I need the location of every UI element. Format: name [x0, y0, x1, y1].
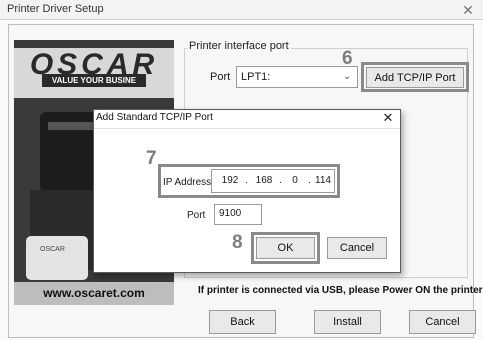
usb-power-note: If printer is connected via USB, please … — [198, 285, 483, 296]
ip-octet-4: 114 — [315, 175, 331, 186]
ok-button[interactable]: OK — [256, 237, 315, 259]
ip-dot: . — [245, 175, 248, 186]
port-number-label: Port — [187, 210, 206, 221]
step-marker-6: 6 — [342, 48, 353, 69]
cancel-button[interactable]: Cancel — [409, 310, 476, 334]
website-url: www.oscaret.com — [43, 286, 145, 300]
dialog-divider — [94, 128, 400, 129]
port-number-value: 9100 — [219, 208, 242, 219]
dialog-close-icon[interactable]: ✕ — [377, 109, 399, 127]
window-title: Printer Driver Setup — [7, 3, 104, 15]
step-marker-7: 7 — [146, 148, 157, 169]
chevron-down-icon[interactable]: ⌄ — [343, 71, 351, 82]
add-tcpip-port-button[interactable]: Add TCP/IP Port — [366, 67, 464, 88]
back-button[interactable]: Back — [209, 310, 276, 334]
device-brand-label: OSCAR — [40, 246, 65, 253]
dialog-title: Add Standard TCP/IP Port — [96, 112, 213, 123]
brand-tagline: VALUE YOUR BUSINE — [42, 74, 146, 87]
install-button[interactable]: Install — [314, 310, 381, 334]
ip-address-label: IP Address — [163, 177, 212, 188]
step-marker-8: 8 — [232, 232, 243, 253]
ip-dot: . — [279, 175, 282, 186]
port-label: Port — [210, 71, 231, 83]
handheld-device-image — [26, 236, 88, 280]
port-select-value: LPT1: — [241, 71, 271, 83]
window-close-icon[interactable]: ✕ — [459, 1, 477, 19]
interface-port-group-label: Printer interface port — [187, 40, 291, 52]
ip-octet-1: 192 — [221, 175, 239, 186]
ip-octet-3: 0 — [292, 175, 298, 186]
dialog-cancel-button[interactable]: Cancel — [327, 237, 387, 259]
ip-octet-2: 168 — [255, 175, 273, 186]
